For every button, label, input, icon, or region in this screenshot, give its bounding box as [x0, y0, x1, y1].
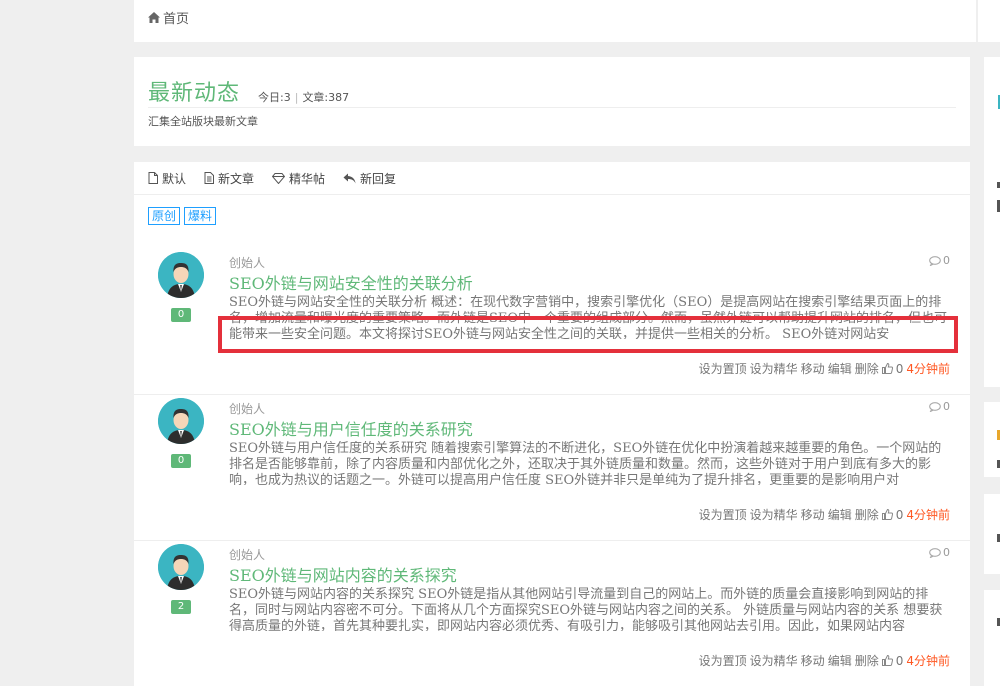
avatar[interactable]: [158, 544, 204, 590]
reply-count-badge: 2: [171, 600, 191, 614]
post-actions: 设为置顶 设为精华 移动 编辑 删除 0 4分钟前: [699, 652, 950, 669]
set-digest-button[interactable]: 设为精华: [750, 360, 798, 377]
list-item: 0 创始人 0 SEO外链与用户信任度的关系研究 SEO外链与用户信任度的关系研…: [134, 398, 970, 541]
section-stats: 今日:3 | 文章:387: [258, 91, 350, 104]
post-actions: 设为置顶 设为精华 移动 编辑 删除 0 4分钟前: [699, 360, 950, 377]
set-top-button[interactable]: 设为置顶: [699, 506, 747, 523]
edit-button[interactable]: 编辑: [828, 506, 852, 523]
comment-count: 0: [929, 546, 950, 559]
right-panel: [984, 57, 1000, 387]
like-count: 0: [895, 361, 904, 376]
avatar[interactable]: [158, 398, 204, 444]
post-time: 4分钟前: [906, 654, 950, 668]
tag-filter: 原创 爆料: [148, 207, 217, 225]
user-avatar-icon: [158, 398, 204, 444]
author-name[interactable]: 创始人: [229, 546, 265, 563]
like-count: 0: [895, 653, 904, 668]
tab-default[interactable]: 默认: [148, 162, 186, 194]
post-excerpt: SEO外链与网站内容的关系探究 SEO外链是指从其他网站引导流量到自己的网站上。…: [229, 587, 943, 631]
post-title-link[interactable]: SEO外链与网站安全性的关联分析: [229, 270, 473, 294]
sort-tabs: 默认 新文章 精华帖 新回复: [134, 162, 970, 195]
author-name[interactable]: 创始人: [229, 400, 265, 417]
breadcrumb[interactable]: 首页: [148, 8, 189, 27]
author-name[interactable]: 创始人: [229, 254, 265, 271]
list-item: 2 创始人 0 SEO外链与网站内容的关系探究 SEO外链与网站内容的关系探究 …: [134, 544, 970, 686]
move-button[interactable]: 移动: [801, 506, 825, 523]
home-icon: [148, 12, 160, 23]
post-title-link[interactable]: SEO外链与网站内容的关系探究: [229, 562, 457, 586]
comment-icon: [929, 255, 941, 266]
top-bar: 首页: [134, 0, 976, 42]
comment-icon: [929, 401, 941, 412]
like-count: 0: [895, 507, 904, 522]
tag-original[interactable]: 原创: [148, 207, 181, 225]
tab-digest[interactable]: 精华帖: [272, 162, 325, 194]
reply-count-badge: 0: [171, 454, 191, 468]
article-count: 文章:387: [302, 91, 350, 104]
post-time: 4分钟前: [906, 508, 950, 522]
user-avatar-icon: [158, 544, 204, 590]
move-button[interactable]: 移动: [801, 360, 825, 377]
page-title: 最新动态: [148, 81, 241, 106]
section-header: 最新动态 今日:3 | 文章:387 汇集全站版块最新文章: [134, 57, 970, 146]
post-list-panel: 默认 新文章 精华帖 新回复 原创 爆料 0 创始人 0 SEO外链与网站安全性…: [134, 162, 970, 686]
comment-count: 0: [929, 400, 950, 413]
set-digest-button[interactable]: 设为精华: [750, 652, 798, 669]
post-actions: 设为置顶 设为精华 移动 编辑 删除 0 4分钟前: [699, 506, 950, 523]
post-excerpt: SEO外链与用户信任度的关系研究 随着搜索引擎算法的不断进化，SEO外链在优化中…: [229, 441, 942, 485]
section-description: 汇集全站版块最新文章: [148, 115, 258, 128]
right-panel: [984, 494, 1000, 574]
thumbs-up-icon[interactable]: [881, 363, 893, 374]
file-icon: [148, 172, 158, 184]
thumbs-up-icon[interactable]: [881, 655, 893, 666]
diamond-icon: [272, 172, 286, 184]
edit-button[interactable]: 编辑: [828, 652, 852, 669]
comment-count: 0: [929, 254, 950, 267]
user-avatar-icon: [158, 252, 204, 298]
comment-icon: [929, 547, 941, 558]
highlight-box: [218, 316, 958, 353]
right-panel: [984, 402, 1000, 477]
set-top-button[interactable]: 设为置顶: [699, 652, 747, 669]
tag-news[interactable]: 爆料: [184, 207, 217, 225]
delete-button[interactable]: 删除: [855, 360, 879, 377]
divider: [148, 107, 956, 108]
breadcrumb-home[interactable]: 首页: [163, 8, 189, 27]
tab-label: 新文章: [218, 171, 255, 186]
today-count: 今日:3: [258, 91, 291, 104]
tab-label: 新回复: [360, 171, 397, 186]
top-bar-right: [978, 0, 1000, 42]
thumbs-up-icon[interactable]: [881, 509, 893, 520]
tab-new-articles[interactable]: 新文章: [204, 162, 254, 194]
document-icon: [204, 172, 215, 184]
right-panel: [984, 590, 1000, 686]
tab-new-replies[interactable]: 新回复: [343, 162, 396, 194]
reply-count-badge: 0: [171, 308, 191, 322]
reply-icon: [343, 173, 356, 183]
avatar[interactable]: [158, 252, 204, 298]
tab-label: 精华帖: [289, 171, 326, 186]
set-top-button[interactable]: 设为置顶: [699, 360, 747, 377]
set-digest-button[interactable]: 设为精华: [750, 506, 798, 523]
delete-button[interactable]: 删除: [855, 506, 879, 523]
post-title-link[interactable]: SEO外链与用户信任度的关系研究: [229, 416, 473, 440]
post-time: 4分钟前: [906, 362, 950, 376]
edit-button[interactable]: 编辑: [828, 360, 852, 377]
move-button[interactable]: 移动: [801, 652, 825, 669]
delete-button[interactable]: 删除: [855, 652, 879, 669]
tab-label: 默认: [162, 171, 187, 186]
